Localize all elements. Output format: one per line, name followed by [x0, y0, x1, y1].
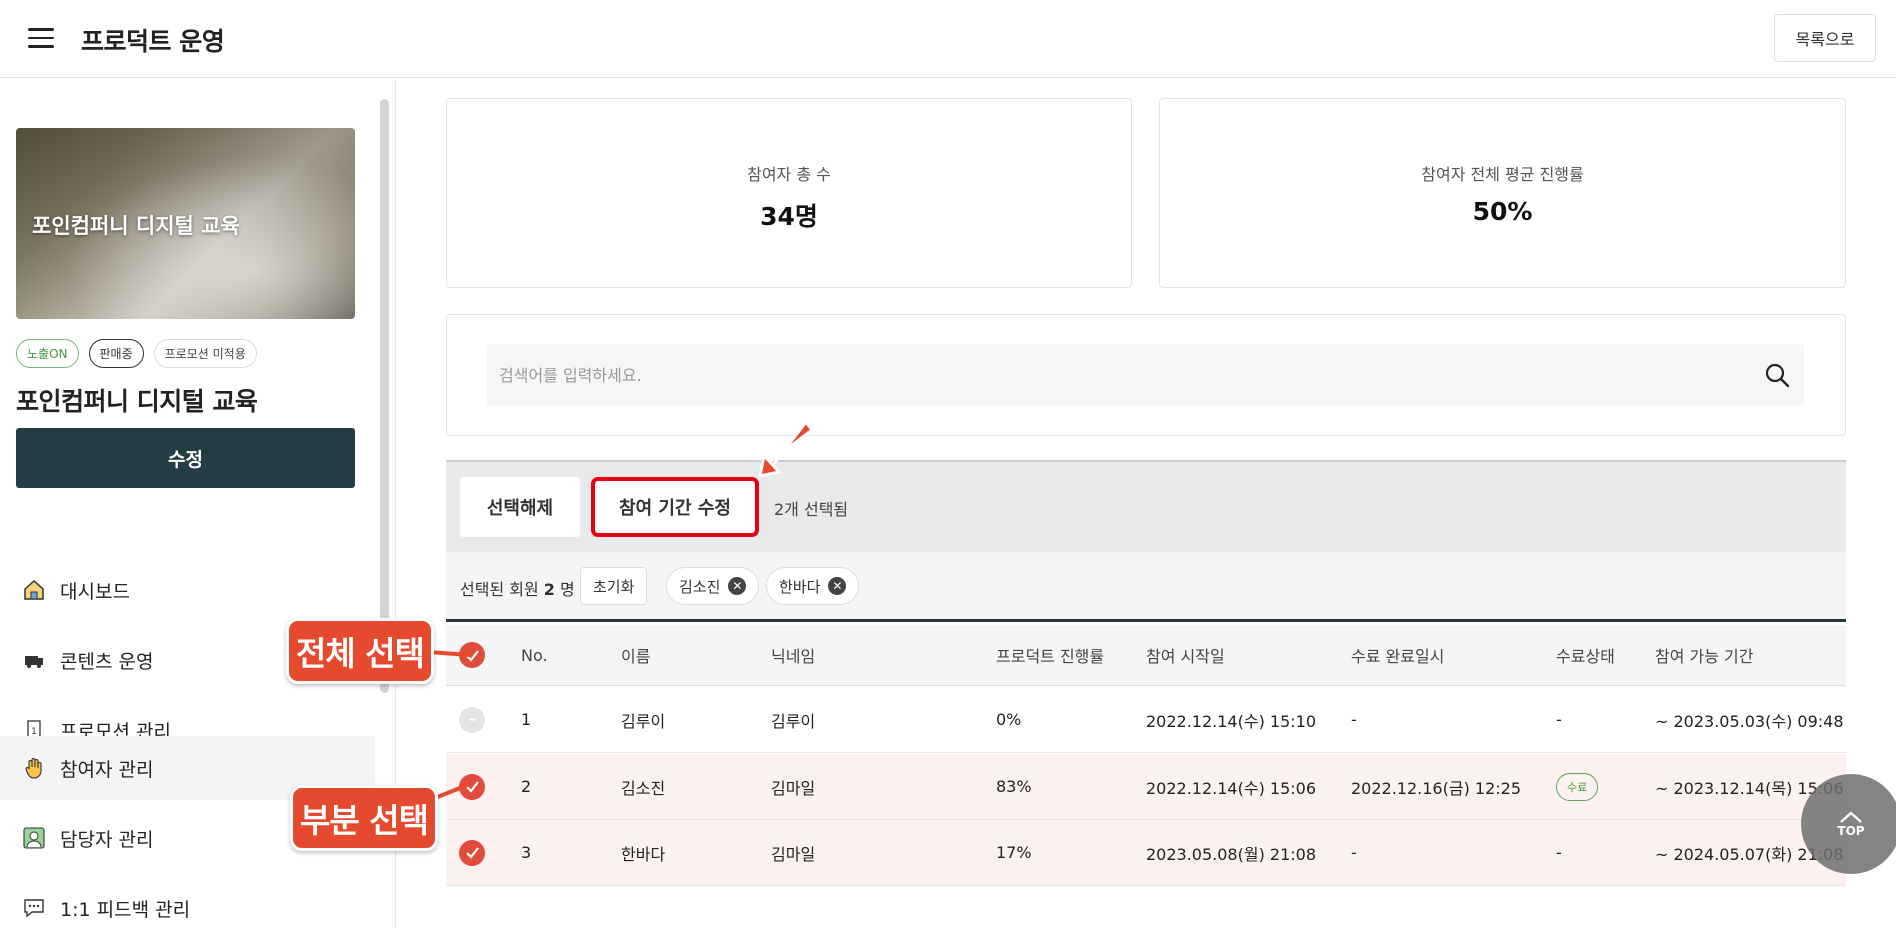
column-header[interactable]: 참여 시작일 [1146, 625, 1225, 685]
sidebar-item-label: 참여자 관리 [60, 758, 154, 781]
partial-select-callout: 부분 선택 [290, 785, 438, 851]
search-box [487, 344, 1804, 406]
member-chip: 한바다 ✕ [766, 567, 860, 605]
row-nickname: 김마일 [771, 844, 816, 864]
row-start-date: 2023.05.08(월) 21:08 [1146, 844, 1317, 864]
table-row[interactable]: 1 김루이 김루이 0% 2022.12.14(수) 15:10 - - ~ 2… [446, 687, 1846, 753]
remove-chip-icon[interactable]: ✕ [728, 577, 747, 595]
row-name: 한바다 [621, 844, 666, 864]
row-nickname: 김마일 [771, 778, 816, 798]
bulk-action-bar: 선택해제 참여 기간 수정 2개 선택됨 [446, 460, 1846, 552]
search-card [446, 314, 1846, 436]
row-number: 3 [521, 843, 532, 862]
row-number: 1 [521, 710, 532, 729]
deselect-button[interactable]: 선택해제 [460, 477, 580, 537]
course-thumbnail: 포인컴퍼니 디지털 교육 [16, 128, 355, 319]
search-icon[interactable] [1764, 362, 1790, 388]
table-header: No. 이름 닉네임 프로덕트 진행률 참여 시작일 수료 완료일시 수료상태 … [446, 625, 1846, 686]
row-completed-date: - [1351, 710, 1357, 729]
progress-value: 50% [1472, 197, 1533, 226]
column-header[interactable]: 닉네임 [771, 625, 815, 685]
row-nickname: 김루이 [771, 711, 816, 731]
sale-badge: 판매중 [88, 339, 144, 368]
thumbnail-title: 포인컴퍼니 디지털 교육 [32, 214, 240, 238]
sidebar-scrollbar[interactable] [380, 99, 389, 693]
check-icon [459, 839, 485, 866]
exposure-badge: 노출ON [16, 339, 79, 368]
selected-members-label: 선택된 회원 2 명 [460, 580, 575, 599]
row-start-date: 2022.12.14(수) 15:06 [1146, 778, 1317, 798]
select-all-callout: 전체 선택 [286, 618, 434, 684]
row-completed-date: - [1351, 843, 1357, 862]
chevron-up-icon [1840, 811, 1862, 823]
table-row[interactable]: 3 한바다 김마일 17% 2023.05.08(월) 21:08 - - ~ … [446, 820, 1846, 886]
participants-label: 참여자 총 수 [747, 165, 831, 184]
selected-members-bar: 선택된 회원 2 명 초기화 김소진 ✕ 한바다 ✕ [446, 552, 1846, 622]
completed-badge: 수료 [1556, 772, 1599, 801]
row-status: - [1556, 843, 1562, 862]
chat-icon [22, 896, 46, 920]
reset-button[interactable]: 초기화 [580, 567, 648, 605]
column-header[interactable]: 참여 가능 기간 [1655, 625, 1754, 685]
row-start-date: 2022.12.14(수) 15:10 [1146, 711, 1317, 731]
menu-icon[interactable] [28, 28, 54, 48]
edit-period-button[interactable]: 참여 기간 수정 [591, 477, 759, 537]
member-chip-label: 한바다 [779, 577, 821, 596]
row-number: 2 [521, 777, 532, 796]
top-header: 프로덕트 운영 목록으로 [0, 0, 1896, 78]
column-header[interactable]: 프로덕트 진행률 [996, 625, 1104, 685]
course-name: 포인컴퍼니 디지털 교육 [16, 387, 258, 416]
check-icon [459, 642, 485, 668]
progress-label: 참여자 전체 평균 진행률 [1421, 165, 1584, 184]
page-title: 프로덕트 운영 [81, 27, 225, 56]
row-progress: 0% [996, 710, 1022, 729]
row-period: ~ 2023.05.03(수) 09:48 (만료 [1655, 711, 1846, 731]
column-header[interactable]: 수료상태 [1556, 625, 1615, 685]
row-checkbox[interactable] [459, 754, 485, 819]
scroll-top-button[interactable]: TOP [1801, 774, 1896, 874]
table-row[interactable]: 2 김소진 김마일 83% 2022.12.14(수) 15:06 2022.1… [446, 754, 1846, 820]
row-checkbox[interactable] [459, 820, 485, 885]
sidebar-item-label: 1:1 피드백 관리 [60, 898, 191, 921]
participants-value: 34명 [760, 202, 818, 231]
main-content: 참여자 총 수 34명 참여자 전체 평균 진행률 50% 선택해제 참여 기간… [397, 79, 1896, 928]
sidebar-item-feedback[interactable]: 1:1 피드백 관리 [0, 876, 375, 928]
manager-icon [22, 826, 46, 850]
sidebar-item-label: 담당자 관리 [60, 828, 154, 851]
column-header[interactable]: 수료 완료일시 [1351, 625, 1444, 685]
select-all-checkbox[interactable] [459, 625, 485, 685]
sidebar-item-dashboard[interactable]: 대시보드 [0, 558, 375, 622]
sidebar-item-label: 콘텐츠 운영 [60, 650, 154, 673]
home-icon [22, 578, 46, 602]
selected-count: 2개 선택됨 [774, 500, 849, 519]
check-icon [459, 773, 485, 800]
progress-stat-card: 참여자 전체 평균 진행률 50% [1159, 98, 1846, 288]
row-status: - [1556, 710, 1562, 729]
participants-stat-card: 참여자 총 수 34명 [446, 98, 1132, 288]
row-name: 김소진 [621, 778, 666, 798]
hand-icon [22, 756, 46, 780]
sidebar-item-label: 대시보드 [60, 580, 130, 603]
row-completed-date: 2022.12.16(금) 12:25 [1351, 778, 1522, 798]
row-status: 수료 [1556, 754, 1599, 819]
edit-button[interactable]: 수정 [16, 428, 355, 488]
column-header[interactable]: 이름 [621, 625, 650, 685]
member-chip: 김소진 ✕ [666, 567, 760, 605]
row-progress: 17% [996, 843, 1032, 862]
remove-chip-icon[interactable]: ✕ [828, 577, 847, 595]
row-name: 김루이 [621, 711, 666, 731]
status-badges: 노출ON 판매중 프로모션 미적용 [16, 339, 257, 368]
search-input[interactable] [487, 344, 1804, 406]
check-icon [459, 706, 485, 733]
back-to-list-button[interactable]: 목록으로 [1774, 14, 1876, 62]
scroll-top-label: TOP [1837, 824, 1865, 838]
row-progress: 83% [996, 777, 1032, 796]
content-icon [22, 648, 46, 672]
promotion-badge: 프로모션 미적용 [153, 339, 257, 368]
column-header[interactable]: No. [521, 625, 548, 685]
member-chip-label: 김소진 [679, 577, 721, 596]
row-checkbox[interactable] [459, 687, 485, 752]
